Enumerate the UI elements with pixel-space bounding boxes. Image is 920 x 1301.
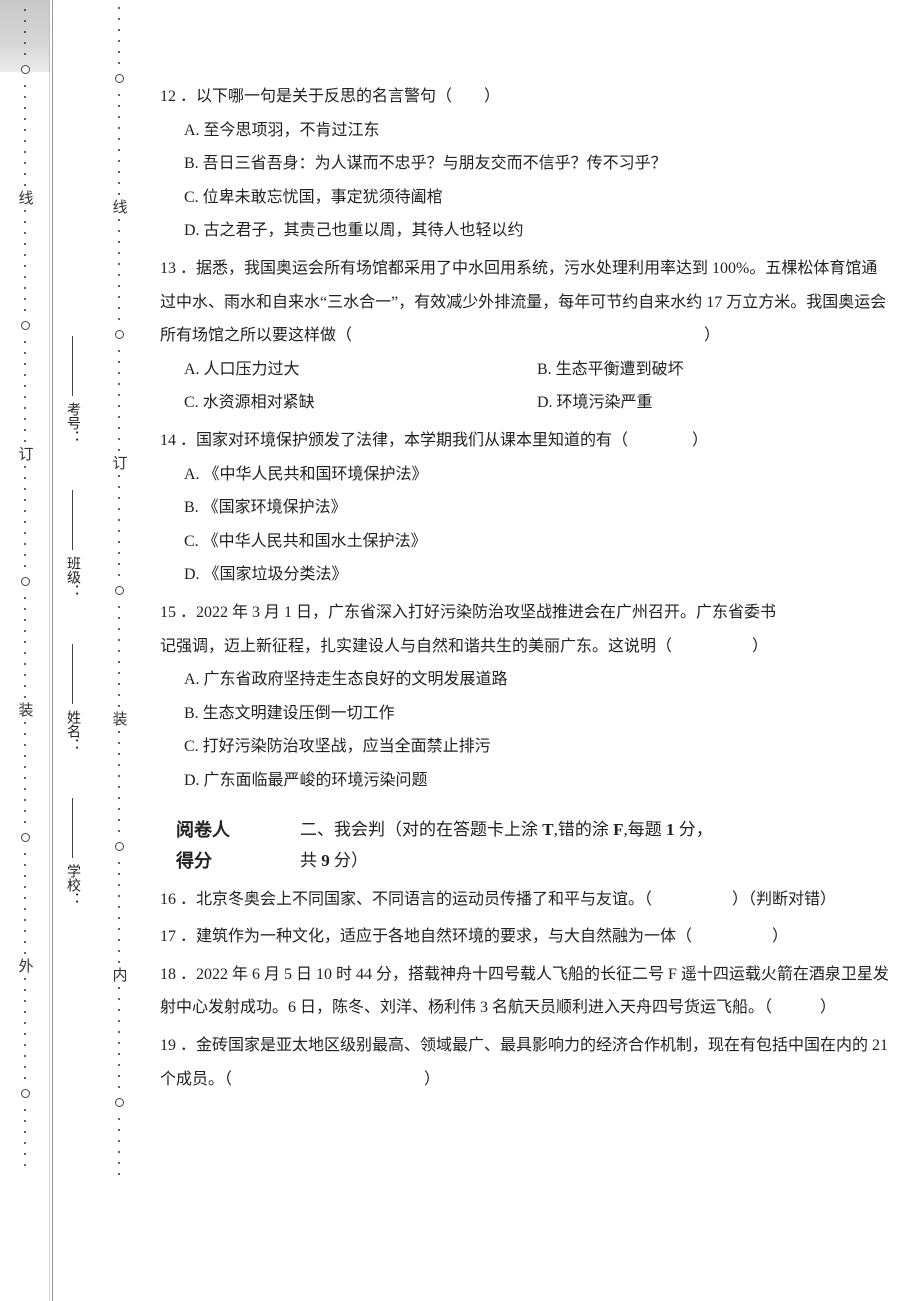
question-stem: 12 ．以下哪一句是关于反思的名言警句（ ）	[160, 80, 890, 114]
question-16: 16 ．北京冬奥会上不同国家、不同语言的运动员传播了和平与友谊。（ ）（判断对错…	[160, 883, 890, 917]
question-17: 17 ．建筑作为一种文化，适应于各地自然环境的要求，与大自然融为一体（ ）	[160, 920, 890, 954]
question-13: 13 ．据悉，我国奥运会所有场馆都采用了中水回用系统，污水处理利用率达到 100…	[160, 252, 890, 420]
option-A: A. 至今思项羽，不肯过江东	[160, 114, 890, 148]
section-2-header: 阅卷人 二、我会判（对的在答题卡上涂 T,错的涂 F,每题 1 分， 得分 共 …	[160, 815, 890, 876]
option-D: D. 《国家垃圾分类法》	[160, 558, 890, 592]
option-C: C. 《中华人民共和国水土保护法》	[160, 525, 890, 559]
option-B: B. 吾日三省吾身：为人谋而不忠乎？与朋友交而不信乎？传不习乎？	[160, 147, 890, 181]
form-field-label: 学校：	[62, 864, 82, 906]
question-12: 12 ．以下哪一句是关于反思的名言警句（ ） A. 至今思项羽，不肯过江东 B.…	[160, 80, 890, 248]
question-stem: 13 ．据悉，我国奥运会所有场馆都采用了中水回用系统，污水处理利用率达到 100…	[160, 252, 890, 353]
form-field-label: 班级：	[62, 556, 82, 598]
option-B: B. 生态平衡遭到破坏	[537, 353, 890, 387]
marker-label: 订	[15, 446, 36, 461]
question-stem-part1: 15 ．2022 年 3 月 1 日，广东省深入打好污染防治攻坚战推进会在广州召…	[160, 596, 890, 630]
option-D: D. 古之君子，其责己也重以周，其待人也轻以约	[160, 214, 890, 248]
question-14: 14 ．国家对环境保护颁发了法律，本学期我们从课本里知道的有（ ） A. 《中华…	[160, 424, 890, 592]
option-B: B. 生态文明建设压倒一切工作	[160, 697, 890, 731]
grader-label: 阅卷人	[176, 815, 300, 846]
section-2-title: 二、我会判（对的在答题卡上涂 T,错的涂 F,每题 1 分，	[300, 816, 890, 845]
marker-label: 线	[15, 190, 36, 205]
marker-label: 内	[109, 967, 130, 982]
score-label: 得分	[176, 846, 300, 877]
question-stem-part2: 记强调，迈上新征程，扎实建设人与自然和谐共生的美丽广东。这说明（ ）	[160, 630, 890, 664]
option-C: C. 打好污染防治攻坚战，应当全面禁止排污	[160, 730, 890, 764]
question-18: 18 ．2022 年 6 月 5 日 10 时 44 分，搭载神舟十四号载人飞船…	[160, 958, 890, 1025]
option-A: A. 《中华人民共和国环境保护法》	[160, 458, 890, 492]
binding-column-outer: 线订装外	[0, 0, 50, 1301]
question-stem: 14 ．国家对环境保护颁发了法律，本学期我们从课本里知道的有（ ）	[160, 424, 890, 458]
option-A: A. 广东省政府坚持走生态良好的文明发展道路	[160, 663, 890, 697]
form-field-label: 姓名：	[62, 710, 82, 752]
option-D: D. 环境污染严重	[537, 386, 890, 420]
gutter-column: 线订装内	[105, 0, 133, 1301]
option-C: C. 水资源相对紧缺	[184, 386, 537, 420]
exam-content: 12 ．以下哪一句是关于反思的名言警句（ ） A. 至今思项羽，不肯过江东 B.…	[160, 80, 890, 1100]
marker-label: 订	[109, 455, 130, 470]
option-D: D. 广东面临最严峻的环境污染问题	[160, 764, 890, 798]
marker-label: 线	[109, 199, 130, 214]
form-field-label: 考号：	[62, 402, 82, 444]
binding-column-inner: 考号： 班级： 姓名： 学校：	[52, 0, 92, 1301]
question-19: 19 ．金砖国家是亚太地区级别最高、领域最广、最具影响力的经济合作机制，现在有包…	[160, 1029, 890, 1096]
option-B: B. 《国家环境保护法》	[160, 491, 890, 525]
option-A: A. 人口压力过大	[184, 353, 537, 387]
section-2-title-line2: 共 9 分）	[300, 847, 890, 876]
marker-label: 装	[109, 711, 130, 726]
option-C: C. 位卑未敢忘忧国，事定犹须待阖棺	[160, 181, 890, 215]
marker-label: 外	[15, 958, 36, 973]
marker-label: 装	[15, 702, 36, 717]
question-15: 15 ．2022 年 3 月 1 日，广东省深入打好污染防治攻坚战推进会在广州召…	[160, 596, 890, 798]
